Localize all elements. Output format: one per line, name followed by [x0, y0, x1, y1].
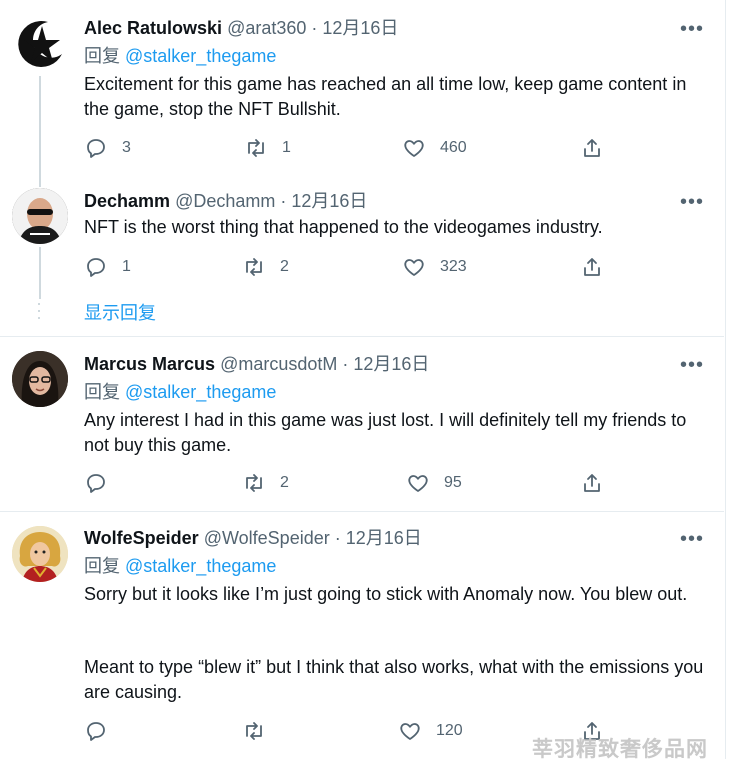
avatar[interactable]	[12, 16, 68, 72]
like-count: 460	[440, 139, 467, 156]
tweet-4[interactable]: WolfeSpeider @WolfeSpeider · 12月16日 ••• …	[0, 512, 724, 759]
tweet-date[interactable]: 12月16日	[322, 18, 398, 38]
avatar[interactable]	[12, 351, 68, 407]
thread-line	[39, 247, 41, 299]
thread-dots	[38, 303, 40, 324]
separator: ·	[329, 528, 346, 548]
tweet-header: Dechamm @Dechamm · 12月16日	[84, 190, 367, 212]
tweet-text: Any interest I had in this game was just…	[84, 410, 687, 455]
share-icon	[584, 139, 600, 157]
display-name[interactable]: Dechamm	[84, 191, 170, 211]
reply-count: 3	[122, 139, 131, 156]
tweet-actions: 1 2 323	[84, 255, 624, 281]
retweet-button[interactable]: 2	[242, 471, 289, 495]
retweet-button[interactable]	[242, 719, 280, 743]
reply-mention[interactable]: @stalker_thegame	[125, 46, 276, 66]
user-handle[interactable]: @Dechamm	[175, 191, 275, 211]
reply-mention[interactable]: @stalker_thegame	[125, 556, 276, 576]
more-icon[interactable]: •••	[680, 529, 704, 549]
tweet-3[interactable]: Marcus Marcus @marcusdotM · 12月16日 ••• 回…	[0, 337, 724, 511]
tweet-text-paragraph-2: Meant to type “blew it” but I think that…	[84, 657, 704, 702]
cartoon-avatar	[12, 526, 68, 582]
share-button[interactable]	[580, 471, 604, 495]
separator: ·	[306, 18, 323, 38]
like-button[interactable]: 323	[402, 255, 467, 279]
tweet-actions: 2 95	[84, 471, 624, 497]
tweet-actions: 3 1 460	[84, 136, 624, 162]
display-name[interactable]: Marcus Marcus	[84, 354, 215, 374]
star-logo-avatar	[13, 17, 67, 71]
thread-line	[39, 76, 41, 176]
reply-button[interactable]	[84, 471, 122, 495]
more-icon[interactable]: •••	[680, 19, 704, 39]
retweet-button[interactable]: 1	[244, 136, 291, 160]
reply-button[interactable]	[84, 719, 122, 743]
like-icon	[404, 259, 424, 276]
like-button[interactable]: 95	[406, 471, 462, 495]
tweet-date[interactable]: 12月16日	[353, 354, 429, 374]
reply-context: 回复 @stalker_thegame	[84, 381, 276, 403]
tweet-date[interactable]: 12月16日	[346, 528, 422, 548]
display-name[interactable]: Alec Ratulowski	[84, 18, 222, 38]
retweet-count: 2	[280, 258, 289, 275]
like-button[interactable]: 460	[402, 136, 467, 160]
reply-count: 1	[122, 258, 131, 275]
user-photo-avatar	[12, 188, 68, 244]
more-icon[interactable]: •••	[680, 192, 704, 212]
retweet-count: 1	[282, 139, 291, 156]
user-handle[interactable]: @arat360	[227, 18, 306, 38]
reply-mention[interactable]: @stalker_thegame	[125, 382, 276, 402]
like-count: 95	[444, 474, 462, 491]
like-count: 323	[440, 258, 467, 275]
avatar[interactable]	[12, 526, 68, 582]
tweet-text: Excitement for this game has reached an …	[84, 74, 687, 119]
reply-prefix: 回复	[84, 46, 126, 66]
retweet-icon	[246, 258, 262, 276]
thread-line	[39, 175, 41, 187]
user-handle[interactable]: @WolfeSpeider	[204, 528, 330, 548]
like-icon	[404, 140, 424, 157]
reply-context: 回复 @stalker_thegame	[84, 555, 276, 577]
share-icon	[584, 258, 600, 276]
reply-context: 回复 @stalker_thegame	[84, 45, 276, 67]
reply-button[interactable]: 1	[84, 255, 131, 279]
tweet-header: Alec Ratulowski @arat360 · 12月16日	[84, 17, 398, 39]
separator: ·	[337, 354, 354, 374]
retweet-icon	[248, 139, 264, 157]
timeline-right-border	[725, 0, 726, 759]
tweet-text: Sorry but it looks like I’m just going t…	[84, 584, 688, 604]
like-count: 120	[436, 722, 463, 739]
display-name[interactable]: WolfeSpeider	[84, 528, 199, 548]
share-icon	[584, 474, 600, 492]
retweet-button[interactable]: 2	[242, 255, 289, 279]
user-handle[interactable]: @marcusdotM	[220, 354, 337, 374]
retweet-count: 2	[280, 474, 289, 491]
share-button[interactable]	[580, 136, 604, 160]
reply-prefix: 回复	[84, 382, 126, 402]
avatar[interactable]	[12, 188, 68, 244]
retweet-icon	[246, 722, 262, 740]
user-photo-avatar	[12, 351, 68, 407]
more-icon[interactable]: •••	[680, 355, 704, 375]
tweet-2[interactable]: Dechamm @Dechamm · 12月16日 ••• NFT is the…	[0, 175, 724, 335]
reply-prefix: 回复	[84, 556, 126, 576]
like-button[interactable]: 120	[398, 719, 463, 743]
tweet-header: Marcus Marcus @marcusdotM · 12月16日	[84, 353, 429, 375]
reply-icon	[87, 722, 105, 741]
tweet-1[interactable]: Alec Ratulowski @arat360 · 12月16日 ••• 回复…	[0, 0, 724, 176]
show-replies-link[interactable]: 显示回复	[84, 302, 156, 324]
reply-button[interactable]: 3	[84, 136, 131, 160]
reply-icon	[87, 474, 105, 493]
reply-icon	[87, 139, 105, 158]
like-icon	[400, 723, 420, 740]
tweet-date[interactable]: 12月16日	[291, 191, 367, 211]
like-icon	[408, 475, 428, 492]
tweet-header: WolfeSpeider @WolfeSpeider · 12月16日	[84, 527, 422, 549]
retweet-icon	[246, 474, 262, 492]
reply-icon	[87, 258, 105, 277]
tweet-text: NFT is the worst thing that happened to …	[84, 217, 603, 237]
separator: ·	[275, 191, 292, 211]
share-button[interactable]	[580, 255, 604, 279]
